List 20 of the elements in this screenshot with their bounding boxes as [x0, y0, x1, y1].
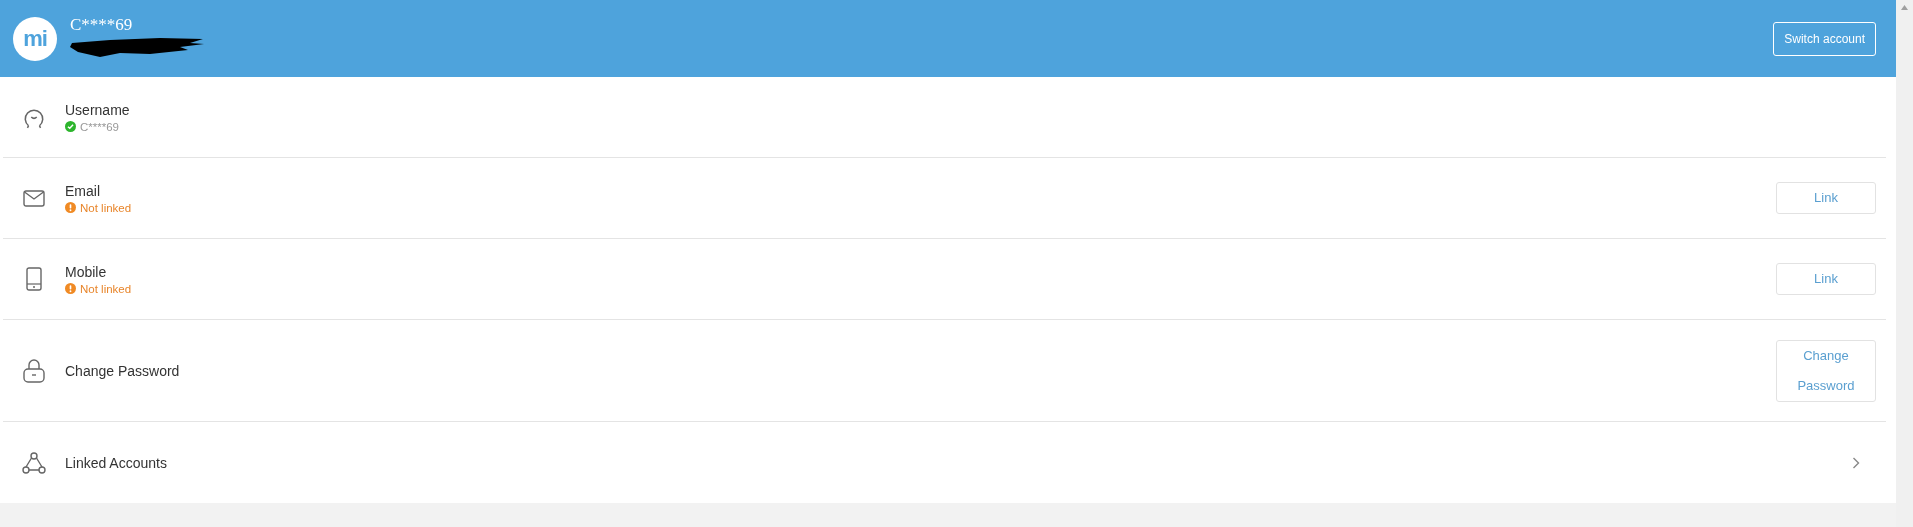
row-title: Linked Accounts [65, 454, 168, 471]
linked-accounts-icon [22, 451, 46, 474]
status-text: Not linked [80, 282, 132, 295]
link-button[interactable]: Link [1776, 263, 1876, 295]
phone-icon [26, 267, 42, 291]
username-value: C****69 [80, 120, 119, 133]
row-title: Mobile [65, 263, 108, 280]
row-title: Username [65, 101, 131, 118]
row-title: Change Password [65, 362, 181, 379]
logo-avatar: mi [13, 16, 57, 61]
link-button[interactable]: Link [1776, 182, 1876, 214]
status-text: Not linked [80, 201, 132, 214]
account-name: C****69 [70, 14, 134, 35]
switch-account-button[interactable]: Switch account [1773, 21, 1876, 56]
row-title: Email [65, 182, 101, 199]
link-button[interactable]: Change Password [1776, 339, 1876, 402]
chevron-right-icon[interactable] [1852, 456, 1860, 469]
scroll-up-icon[interactable] [1901, 5, 1908, 10]
mail-icon [23, 189, 45, 207]
lock-icon [23, 358, 45, 383]
